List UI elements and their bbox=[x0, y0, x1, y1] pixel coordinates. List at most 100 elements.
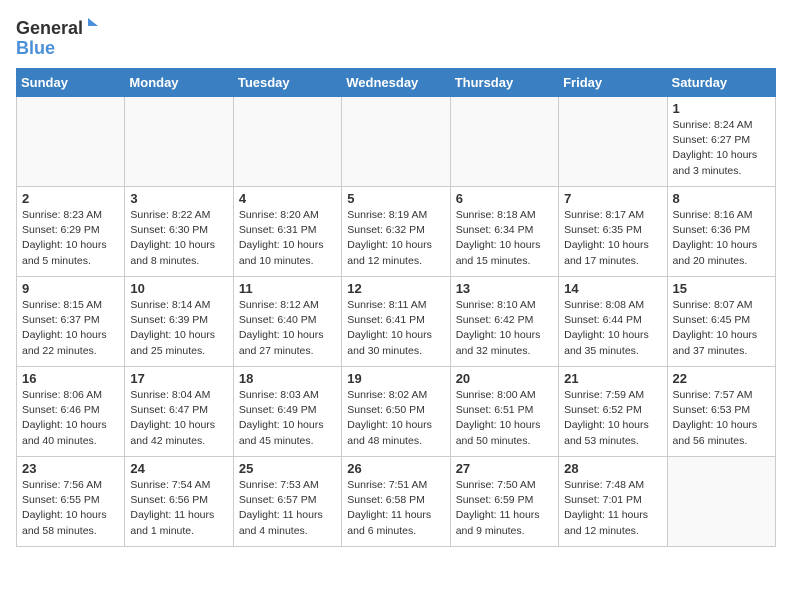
calendar-cell: 4 Sunrise: 8:20 AM Sunset: 6:31 PM Daylig… bbox=[233, 187, 341, 277]
day-info: Sunrise: 8:08 AM Sunset: 6:44 PM Dayligh… bbox=[564, 298, 661, 359]
day-info: Sunrise: 8:03 AM Sunset: 6:49 PM Dayligh… bbox=[239, 388, 336, 449]
calendar-cell: 26 Sunrise: 7:51 AM Sunset: 6:58 PM Dayli… bbox=[342, 457, 450, 547]
svg-text:General: General bbox=[16, 18, 83, 38]
day-info: Sunrise: 8:00 AM Sunset: 6:51 PM Dayligh… bbox=[456, 388, 553, 449]
day-number: 16 bbox=[22, 371, 119, 386]
day-number: 22 bbox=[673, 371, 770, 386]
calendar-week-row: 9 Sunrise: 8:15 AM Sunset: 6:37 PM Daylig… bbox=[17, 277, 776, 367]
calendar-week-row: 2 Sunrise: 8:23 AM Sunset: 6:29 PM Daylig… bbox=[17, 187, 776, 277]
day-number: 25 bbox=[239, 461, 336, 476]
calendar-cell: 16Sunrise: 8:06 AM Sunset: 6:46 PM Dayli… bbox=[17, 367, 125, 457]
day-info: Sunrise: 8:23 AM Sunset: 6:29 PM Dayligh… bbox=[22, 208, 119, 269]
day-info: Sunrise: 8:19 AM Sunset: 6:32 PM Dayligh… bbox=[347, 208, 444, 269]
logo-svg: GeneralBlue bbox=[16, 16, 106, 60]
calendar-cell: 28 Sunrise: 7:48 AM Sunset: 7:01 PM Dayli… bbox=[559, 457, 667, 547]
weekday-header-row: SundayMondayTuesdayWednesdayThursdayFrid… bbox=[17, 69, 776, 97]
day-number: 1 bbox=[673, 101, 770, 116]
weekday-header: Wednesday bbox=[342, 69, 450, 97]
day-info: Sunrise: 8:24 AM Sunset: 6:27 PM Dayligh… bbox=[673, 118, 770, 179]
day-info: Sunrise: 8:17 AM Sunset: 6:35 PM Dayligh… bbox=[564, 208, 661, 269]
day-info: Sunrise: 8:20 AM Sunset: 6:31 PM Dayligh… bbox=[239, 208, 336, 269]
day-info: Sunrise: 7:54 AM Sunset: 6:56 PM Dayligh… bbox=[130, 478, 227, 539]
day-info: Sunrise: 8:18 AM Sunset: 6:34 PM Dayligh… bbox=[456, 208, 553, 269]
calendar-cell: 15 Sunrise: 8:07 AM Sunset: 6:45 PM Dayli… bbox=[667, 277, 775, 367]
day-number: 28 bbox=[564, 461, 661, 476]
day-number: 11 bbox=[239, 281, 336, 296]
calendar-cell: 6 Sunrise: 8:18 AM Sunset: 6:34 PM Daylig… bbox=[450, 187, 558, 277]
calendar-cell: 9 Sunrise: 8:15 AM Sunset: 6:37 PM Daylig… bbox=[17, 277, 125, 367]
calendar-cell: 27 Sunrise: 7:50 AM Sunset: 6:59 PM Dayli… bbox=[450, 457, 558, 547]
day-info: Sunrise: 8:04 AM Sunset: 6:47 PM Dayligh… bbox=[130, 388, 227, 449]
day-info: Sunrise: 7:56 AM Sunset: 6:55 PM Dayligh… bbox=[22, 478, 119, 539]
day-info: Sunrise: 7:57 AM Sunset: 6:53 PM Dayligh… bbox=[673, 388, 770, 449]
calendar-table: SundayMondayTuesdayWednesdayThursdayFrid… bbox=[16, 68, 776, 547]
day-number: 24 bbox=[130, 461, 227, 476]
calendar-cell: 10 Sunrise: 8:14 AM Sunset: 6:39 PM Dayli… bbox=[125, 277, 233, 367]
weekday-header: Sunday bbox=[17, 69, 125, 97]
calendar-cell bbox=[450, 97, 558, 187]
day-info: Sunrise: 8:02 AM Sunset: 6:50 PM Dayligh… bbox=[347, 388, 444, 449]
calendar-cell: 14 Sunrise: 8:08 AM Sunset: 6:44 PM Dayli… bbox=[559, 277, 667, 367]
day-info: Sunrise: 8:11 AM Sunset: 6:41 PM Dayligh… bbox=[347, 298, 444, 359]
svg-text:Blue: Blue bbox=[16, 38, 55, 58]
calendar-cell: 8 Sunrise: 8:16 AM Sunset: 6:36 PM Daylig… bbox=[667, 187, 775, 277]
day-number: 5 bbox=[347, 191, 444, 206]
day-info: Sunrise: 8:16 AM Sunset: 6:36 PM Dayligh… bbox=[673, 208, 770, 269]
day-number: 12 bbox=[347, 281, 444, 296]
calendar-week-row: 1 Sunrise: 8:24 AM Sunset: 6:27 PM Daylig… bbox=[17, 97, 776, 187]
weekday-header: Friday bbox=[559, 69, 667, 97]
weekday-header: Tuesday bbox=[233, 69, 341, 97]
calendar-cell: 5 Sunrise: 8:19 AM Sunset: 6:32 PM Daylig… bbox=[342, 187, 450, 277]
day-number: 9 bbox=[22, 281, 119, 296]
day-info: Sunrise: 7:59 AM Sunset: 6:52 PM Dayligh… bbox=[564, 388, 661, 449]
calendar-cell bbox=[233, 97, 341, 187]
day-info: Sunrise: 7:51 AM Sunset: 6:58 PM Dayligh… bbox=[347, 478, 444, 539]
calendar-week-row: 16Sunrise: 8:06 AM Sunset: 6:46 PM Dayli… bbox=[17, 367, 776, 457]
day-info: Sunrise: 7:53 AM Sunset: 6:57 PM Dayligh… bbox=[239, 478, 336, 539]
day-info: Sunrise: 8:14 AM Sunset: 6:39 PM Dayligh… bbox=[130, 298, 227, 359]
day-number: 6 bbox=[456, 191, 553, 206]
day-info: Sunrise: 8:15 AM Sunset: 6:37 PM Dayligh… bbox=[22, 298, 119, 359]
day-number: 17 bbox=[130, 371, 227, 386]
calendar-cell bbox=[559, 97, 667, 187]
day-info: Sunrise: 7:48 AM Sunset: 7:01 PM Dayligh… bbox=[564, 478, 661, 539]
day-info: Sunrise: 7:50 AM Sunset: 6:59 PM Dayligh… bbox=[456, 478, 553, 539]
day-number: 21 bbox=[564, 371, 661, 386]
day-number: 2 bbox=[22, 191, 119, 206]
day-number: 19 bbox=[347, 371, 444, 386]
day-number: 10 bbox=[130, 281, 227, 296]
calendar-cell bbox=[667, 457, 775, 547]
calendar-cell bbox=[342, 97, 450, 187]
day-number: 27 bbox=[456, 461, 553, 476]
day-number: 3 bbox=[130, 191, 227, 206]
day-number: 13 bbox=[456, 281, 553, 296]
calendar-cell: 13 Sunrise: 8:10 AM Sunset: 6:42 PM Dayli… bbox=[450, 277, 558, 367]
day-info: Sunrise: 8:12 AM Sunset: 6:40 PM Dayligh… bbox=[239, 298, 336, 359]
calendar-cell: 12 Sunrise: 8:11 AM Sunset: 6:41 PM Dayli… bbox=[342, 277, 450, 367]
page-header: GeneralBlue bbox=[16, 16, 776, 60]
day-info: Sunrise: 8:22 AM Sunset: 6:30 PM Dayligh… bbox=[130, 208, 227, 269]
calendar-cell: 3 Sunrise: 8:22 AM Sunset: 6:30 PM Daylig… bbox=[125, 187, 233, 277]
day-info: Sunrise: 8:07 AM Sunset: 6:45 PM Dayligh… bbox=[673, 298, 770, 359]
day-number: 14 bbox=[564, 281, 661, 296]
calendar-cell: 21 Sunrise: 7:59 AM Sunset: 6:52 PM Dayli… bbox=[559, 367, 667, 457]
day-info: Sunrise: 8:10 AM Sunset: 6:42 PM Dayligh… bbox=[456, 298, 553, 359]
calendar-week-row: 23 Sunrise: 7:56 AM Sunset: 6:55 PM Dayli… bbox=[17, 457, 776, 547]
day-number: 15 bbox=[673, 281, 770, 296]
logo: GeneralBlue bbox=[16, 16, 106, 60]
day-number: 18 bbox=[239, 371, 336, 386]
day-number: 23 bbox=[22, 461, 119, 476]
day-number: 8 bbox=[673, 191, 770, 206]
calendar-cell: 23 Sunrise: 7:56 AM Sunset: 6:55 PM Dayli… bbox=[17, 457, 125, 547]
day-number: 26 bbox=[347, 461, 444, 476]
calendar-cell bbox=[17, 97, 125, 187]
day-number: 20 bbox=[456, 371, 553, 386]
day-number: 4 bbox=[239, 191, 336, 206]
weekday-header: Saturday bbox=[667, 69, 775, 97]
calendar-cell: 24 Sunrise: 7:54 AM Sunset: 6:56 PM Dayli… bbox=[125, 457, 233, 547]
calendar-cell: 20 Sunrise: 8:00 AM Sunset: 6:51 PM Dayli… bbox=[450, 367, 558, 457]
calendar-cell: 7 Sunrise: 8:17 AM Sunset: 6:35 PM Daylig… bbox=[559, 187, 667, 277]
day-number: 7 bbox=[564, 191, 661, 206]
calendar-cell: 17 Sunrise: 8:04 AM Sunset: 6:47 PM Dayli… bbox=[125, 367, 233, 457]
calendar-cell: 1 Sunrise: 8:24 AM Sunset: 6:27 PM Daylig… bbox=[667, 97, 775, 187]
